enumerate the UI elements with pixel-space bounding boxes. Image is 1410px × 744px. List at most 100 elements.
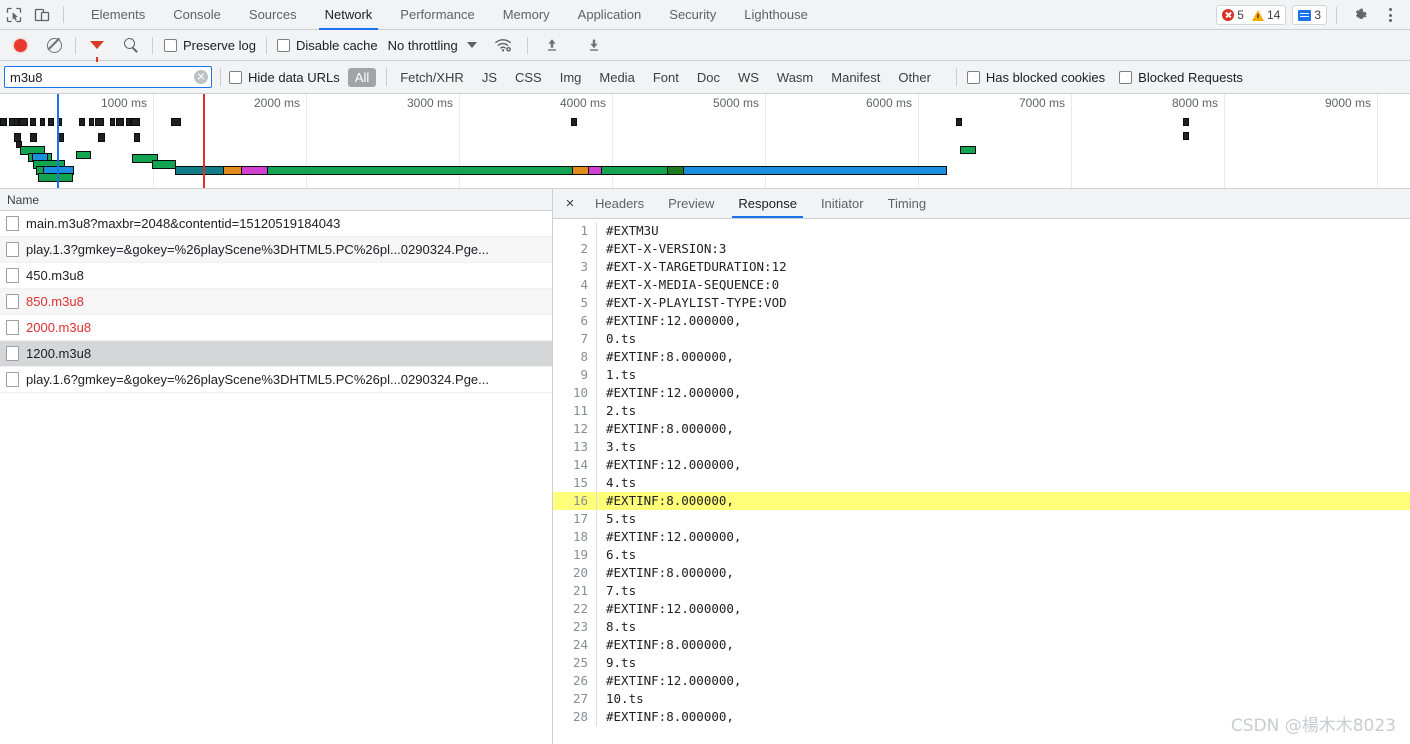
code-text: 5.ts [606, 511, 637, 526]
line-number: 4 [553, 276, 597, 294]
type-filter-css[interactable]: CSS [508, 68, 549, 87]
search-button[interactable] [117, 32, 145, 58]
close-icon-glyph: × [565, 195, 575, 212]
tab-lighthouse[interactable]: Lighthouse [730, 0, 822, 30]
code-line: 13 3.ts [553, 438, 1410, 456]
type-filter-media[interactable]: Media [592, 68, 641, 87]
tab-response[interactable]: Response [726, 189, 809, 218]
preserve-log-checkbox[interactable]: Preserve log [164, 38, 256, 53]
type-filter-wasm[interactable]: Wasm [770, 68, 820, 87]
code-text: #EXTINF:8.000000, [606, 709, 734, 724]
line-number: 27 [553, 690, 597, 708]
tab-security[interactable]: Security [655, 0, 730, 30]
overview-request-bar [48, 118, 54, 126]
throttling-value: No throttling [387, 37, 458, 53]
response-body-viewer[interactable]: 1 #EXTM3U 2 #EXT-X-VERSION:3 3 #EXT-X-TARGETD… [553, 219, 1410, 744]
tab-performance[interactable]: Performance [386, 0, 488, 30]
filter-input[interactable] [4, 66, 212, 88]
code-text: #EXTINF:12.000000, [606, 385, 742, 400]
tab-sources-label: Sources [248, 7, 297, 22]
type-filter-doc[interactable]: Doc [690, 68, 727, 87]
tab-elements[interactable]: Elements [77, 0, 159, 30]
type-filter-js[interactable]: JS [475, 68, 504, 87]
export-har-button[interactable] [580, 32, 608, 58]
table-row[interactable]: 2000.m3u8 [0, 315, 552, 341]
code-line: 20 #EXTINF:8.000000, [553, 564, 1410, 582]
line-number: 23 [553, 618, 597, 636]
tab-elements-label: Elements [91, 7, 146, 22]
clear-input-icon[interactable] [194, 70, 208, 84]
line-number: 21 [553, 582, 597, 600]
overview-request-bar [30, 133, 37, 142]
close-icon[interactable]: × [557, 189, 583, 218]
more-options-icon[interactable] [1376, 2, 1404, 28]
chevron-down-icon [466, 42, 477, 48]
throttling-select[interactable]: No throttling [388, 38, 477, 53]
type-filter-all[interactable]: All [347, 67, 377, 87]
filter-toggle-button[interactable] [83, 32, 111, 62]
code-line: 7 0.ts [553, 330, 1410, 348]
type-filter-wasm-label: Wasm [776, 69, 814, 85]
table-row[interactable]: play.1.6?gmkey=&gokey=%26playScene%3DHTM… [0, 367, 552, 393]
import-har-button[interactable] [538, 32, 566, 58]
hide-data-urls-box [229, 70, 242, 84]
type-filter-other-label: Other [898, 69, 931, 85]
device-toolbar-icon[interactable] [28, 2, 56, 28]
network-overview-timeline[interactable]: 1000 ms 2000 ms 3000 ms 4000 ms 5000 ms 6000 … [0, 94, 1410, 189]
tab-headers[interactable]: Headers [583, 189, 656, 218]
line-number: 18 [553, 528, 597, 546]
tab-lighthouse-label: Lighthouse [744, 7, 808, 22]
table-row[interactable]: play.1.3?gmkey=&gokey=%26playScene%3DHTM… [0, 237, 552, 263]
type-filter-other[interactable]: Other [891, 68, 938, 87]
document-icon [6, 242, 19, 257]
tab-network[interactable]: Network [311, 0, 387, 30]
overview-request-bar [116, 118, 124, 126]
table-row[interactable]: 1200.m3u8 [0, 341, 552, 367]
gear-icon[interactable] [1346, 2, 1374, 28]
line-number: 16 [553, 492, 597, 510]
messages-counter[interactable]: 3 [1292, 5, 1327, 25]
blocked-requests-checkbox[interactable]: Blocked Requests [1119, 70, 1243, 85]
document-icon [6, 320, 19, 335]
hide-data-urls-checkbox[interactable]: Hide data URLs [229, 70, 340, 85]
tab-timing[interactable]: Timing [876, 189, 939, 218]
inspect-element-icon[interactable] [0, 2, 28, 28]
tab-security-label: Security [669, 7, 717, 22]
preserve-log-label: Preserve log [183, 37, 256, 53]
overview-request-bar [134, 133, 140, 142]
has-blocked-cookies-checkbox[interactable]: Has blocked cookies [966, 70, 1105, 85]
type-filter-doc-label: Doc [696, 69, 720, 85]
type-filter-manifest[interactable]: Manifest [824, 68, 887, 87]
tab-memory[interactable]: Memory [489, 0, 564, 30]
line-number: 2 [553, 240, 597, 258]
record-button[interactable] [6, 32, 34, 58]
request-list-panel: Name main.m3u8?maxbr=2048&contentid=1512… [0, 189, 553, 744]
code-line: 14 #EXTINF:12.000000, [553, 456, 1410, 474]
tab-sources[interactable]: Sources [235, 0, 311, 30]
tab-console[interactable]: Console [159, 0, 235, 30]
type-filter-font[interactable]: Font [646, 68, 686, 87]
has-blocked-cookies-box [966, 70, 980, 84]
tab-preview[interactable]: Preview [656, 189, 726, 218]
disable-cache-checkbox[interactable]: Disable cache [276, 38, 378, 53]
tab-application[interactable]: Application [564, 0, 656, 30]
table-row[interactable]: main.m3u8?maxbr=2048&contentid=151205191… [0, 211, 552, 237]
issues-counter[interactable]: 5 14 [1216, 5, 1287, 25]
net-divider-2 [152, 36, 153, 54]
line-number: 7 [553, 330, 597, 348]
table-row[interactable]: 450.m3u8 [0, 263, 552, 289]
code-text: #EXTINF:8.000000, [606, 565, 734, 580]
clear-button[interactable] [40, 32, 68, 58]
code-line: 15 4.ts [553, 474, 1410, 492]
type-filter-img[interactable]: Img [553, 68, 589, 87]
network-conditions-button[interactable] [489, 32, 517, 58]
record-icon [13, 38, 27, 52]
request-list-header[interactable]: Name [0, 189, 552, 211]
type-filter-ws[interactable]: WS [731, 68, 766, 87]
line-number: 5 [553, 294, 597, 312]
table-row[interactable]: 850.m3u8 [0, 289, 552, 315]
tab-initiator[interactable]: Initiator [809, 189, 876, 218]
code-text: 1.ts [606, 367, 637, 382]
type-filter-fetchxhr[interactable]: Fetch/XHR [393, 68, 471, 87]
tab-headers-label: Headers [595, 196, 645, 211]
